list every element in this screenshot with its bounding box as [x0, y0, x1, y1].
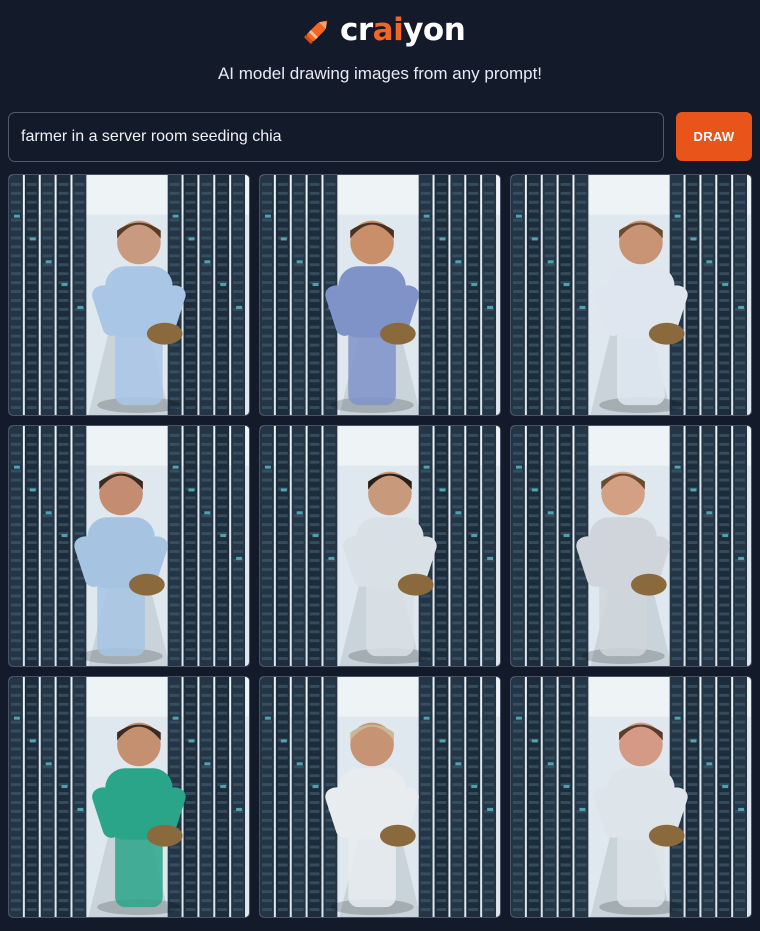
- generated-image-7[interactable]: [8, 676, 250, 918]
- header: craiyon AI model drawing images from any…: [0, 0, 760, 110]
- generated-image-9[interactable]: [510, 676, 752, 918]
- craiyon-logo[interactable]: craiyon: [300, 10, 466, 50]
- prompt-input[interactable]: [8, 112, 664, 162]
- crayon-icon: [304, 20, 328, 44]
- generated-image-8[interactable]: [259, 676, 501, 918]
- logo-text: craiyon: [340, 12, 466, 48]
- generated-image-4[interactable]: [8, 425, 250, 667]
- generated-image-6[interactable]: [510, 425, 752, 667]
- generated-image-3[interactable]: [510, 174, 752, 416]
- generated-image-5[interactable]: [259, 425, 501, 667]
- image-gallery: [8, 174, 753, 919]
- generated-image-2[interactable]: [259, 174, 501, 416]
- draw-button[interactable]: DRAW: [676, 112, 752, 161]
- tagline: AI model drawing images from any prompt!: [217, 64, 543, 83]
- generated-image-1[interactable]: [8, 174, 250, 416]
